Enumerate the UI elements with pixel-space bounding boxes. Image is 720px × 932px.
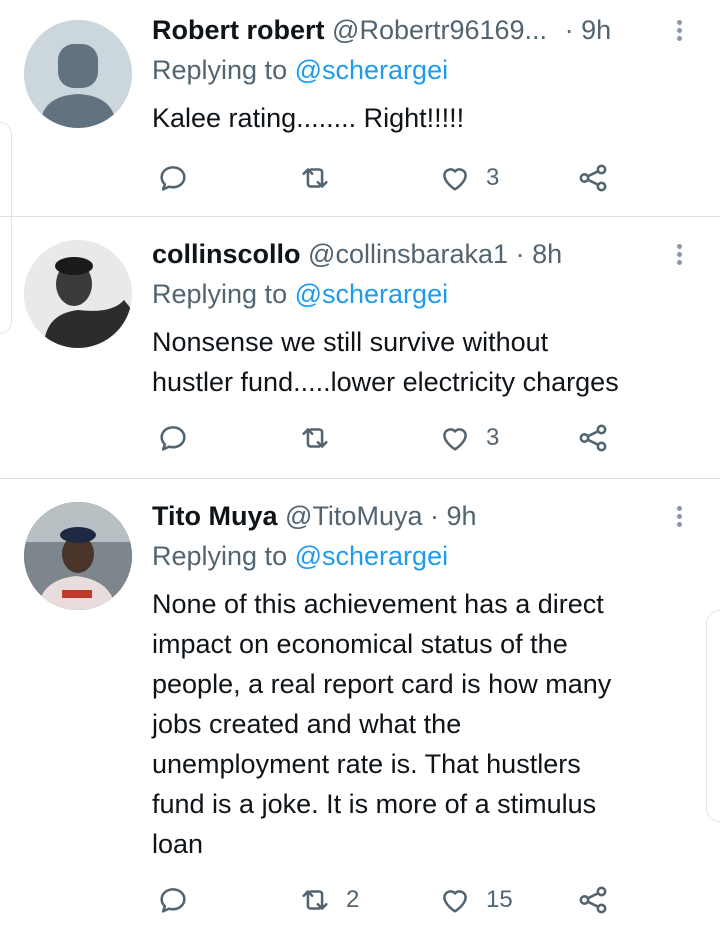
retweet-icon [302,428,328,448]
timestamp[interactable]: 9h [447,501,477,531]
tweet-header: collinscollo @collinsbaraka1 · 8h [152,236,562,272]
more-vertical-icon[interactable] [670,240,690,270]
more-vertical-icon[interactable] [670,16,690,46]
mention-link[interactable]: @scherargei [295,279,448,309]
display-name[interactable]: collinscollo [152,239,301,269]
user-photo-icon [24,502,132,610]
tweet-text-line: fund is a joke. It is more of a stimulus [152,789,597,819]
like-count: 15 [486,886,513,913]
avatar-default[interactable] [24,20,132,128]
reply-button[interactable] [156,418,190,458]
user-handle[interactable]: @collinsbaraka1 [308,239,508,269]
tweet-text-line: loan [152,829,204,859]
share-icon [579,164,607,192]
more-vertical-icon[interactable] [670,502,690,532]
retweet-icon [302,168,328,188]
avatar-tito-muya[interactable] [24,502,132,610]
like-count: 3 [486,164,500,191]
tweet-actions: 2 15 [152,880,632,920]
tweet-text-line: Nonsense we still survive without [152,327,549,357]
tweet-text: Nonsense we still survive without hustle… [152,322,702,402]
like-button[interactable]: 15 [438,880,513,920]
share-button[interactable] [576,158,610,198]
share-button[interactable] [576,418,610,458]
separator: · [430,501,439,531]
replying-to: Replying to @scherargei [152,52,448,88]
tweet-text: None of this achievement has a direct im… [152,584,702,864]
replying-label: Replying to [152,541,288,571]
like-button[interactable]: 3 [438,418,499,458]
tweet-text-line: hustler fund.....lower electricity charg… [152,367,619,397]
tweet-2[interactable]: collinscollo @collinsbaraka1 · 8h Replyi… [0,236,720,478]
tweet-header: Tito Muya @TitoMuya · 9h [152,498,477,534]
mention-link[interactable]: @scherargei [295,541,448,571]
timestamp[interactable]: 8h [532,239,562,269]
separator: · [564,15,574,45]
separator: · [515,239,525,269]
like-count: 3 [486,424,500,451]
replying-label: Replying to [152,279,288,309]
display-name[interactable]: Tito Muya [152,501,278,531]
tweet-divider [0,216,720,217]
default-avatar-icon [24,20,132,128]
replying-to: Replying to @scherargei [152,538,448,574]
tweet-1[interactable]: Robert robert @Robertr96169... · 9h Repl… [0,12,720,216]
mention-link[interactable]: @scherargei [295,55,448,85]
retweet-button[interactable]: 2 [298,880,359,920]
timestamp[interactable]: 9h [581,15,611,45]
like-button[interactable]: 3 [438,158,499,198]
user-photo-icon [24,240,132,348]
tweet-header: Robert robert @Robertr96169... · 9h [152,12,611,48]
tweet-text-line: impact on economical status of the [152,629,568,659]
replying-to: Replying to @scherargei [152,276,448,312]
heart-icon [443,428,467,451]
tweet-text-line: people, a real report card is how many [152,669,612,699]
avatar-collinscollo[interactable] [24,240,132,348]
replying-label: Replying to [152,55,288,85]
retweet-button[interactable] [298,158,332,198]
heart-icon [443,890,467,913]
reply-button[interactable] [156,158,190,198]
tweet-actions: 3 [152,418,632,458]
tweet-text: Kalee rating........ Right!!!!! [152,98,702,138]
display-name[interactable]: Robert robert [152,15,325,45]
tweet-text-line: unemployment rate is. That hustlers [152,749,581,779]
reply-icon [160,426,186,451]
reply-icon [160,166,186,191]
share-button[interactable] [576,880,610,920]
reply-button[interactable] [156,880,190,920]
retweet-count: 2 [346,886,360,913]
share-icon [579,886,607,914]
tweet-text-line: Kalee rating........ Right!!!!! [152,103,465,133]
tweet-3[interactable]: Tito Muya @TitoMuya · 9h Replying to @sc… [0,498,720,932]
user-handle[interactable]: @TitoMuya [285,501,422,531]
heart-icon [443,168,467,191]
retweet-icon [302,890,328,910]
share-icon [579,424,607,452]
tweet-text-line: jobs created and what the [152,709,462,739]
tweet-divider [0,478,720,479]
tweet-text-line: None of this achievement has a direct [152,589,604,619]
tweet-actions: 3 [152,158,632,198]
user-handle[interactable]: @Robertr96169... [332,15,547,45]
reply-icon [160,888,186,913]
retweet-button[interactable] [298,418,332,458]
